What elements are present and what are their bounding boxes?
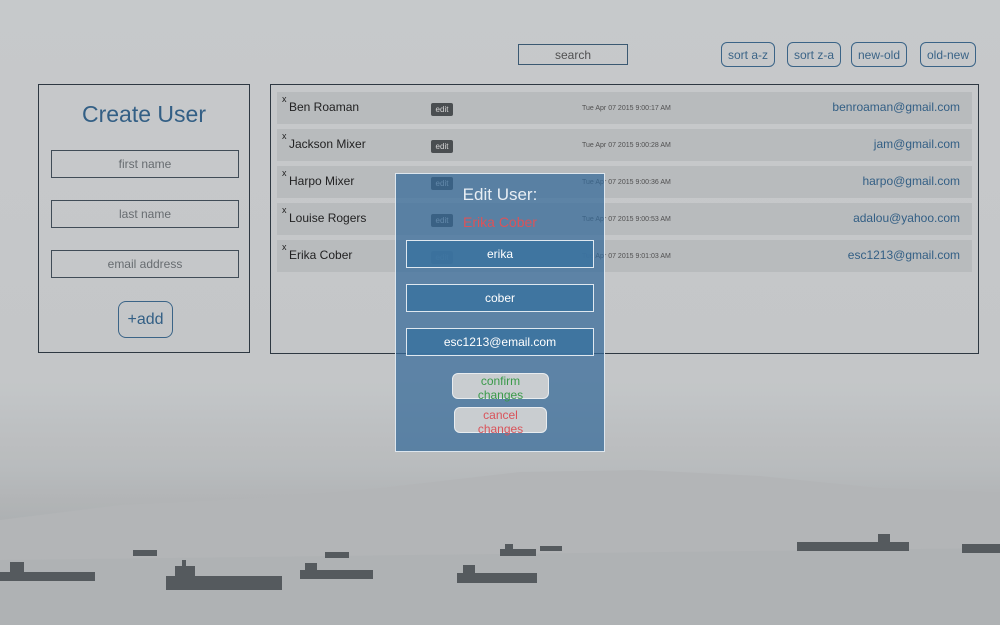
edit-email-field[interactable] [406, 328, 594, 356]
confirm-changes-button[interactable]: confirm changes [452, 373, 549, 402]
cancel-changes-button[interactable]: cancel changes [454, 407, 547, 436]
edit-first-name-field[interactable] [406, 240, 594, 268]
edit-user-name: Erika Cober [463, 214, 537, 230]
edit-user-modal: Edit User: Erika Cober confirm changes c… [395, 173, 605, 452]
edit-user-title: Edit User: [462, 185, 538, 204]
edit-last-name-field[interactable] [406, 284, 594, 312]
